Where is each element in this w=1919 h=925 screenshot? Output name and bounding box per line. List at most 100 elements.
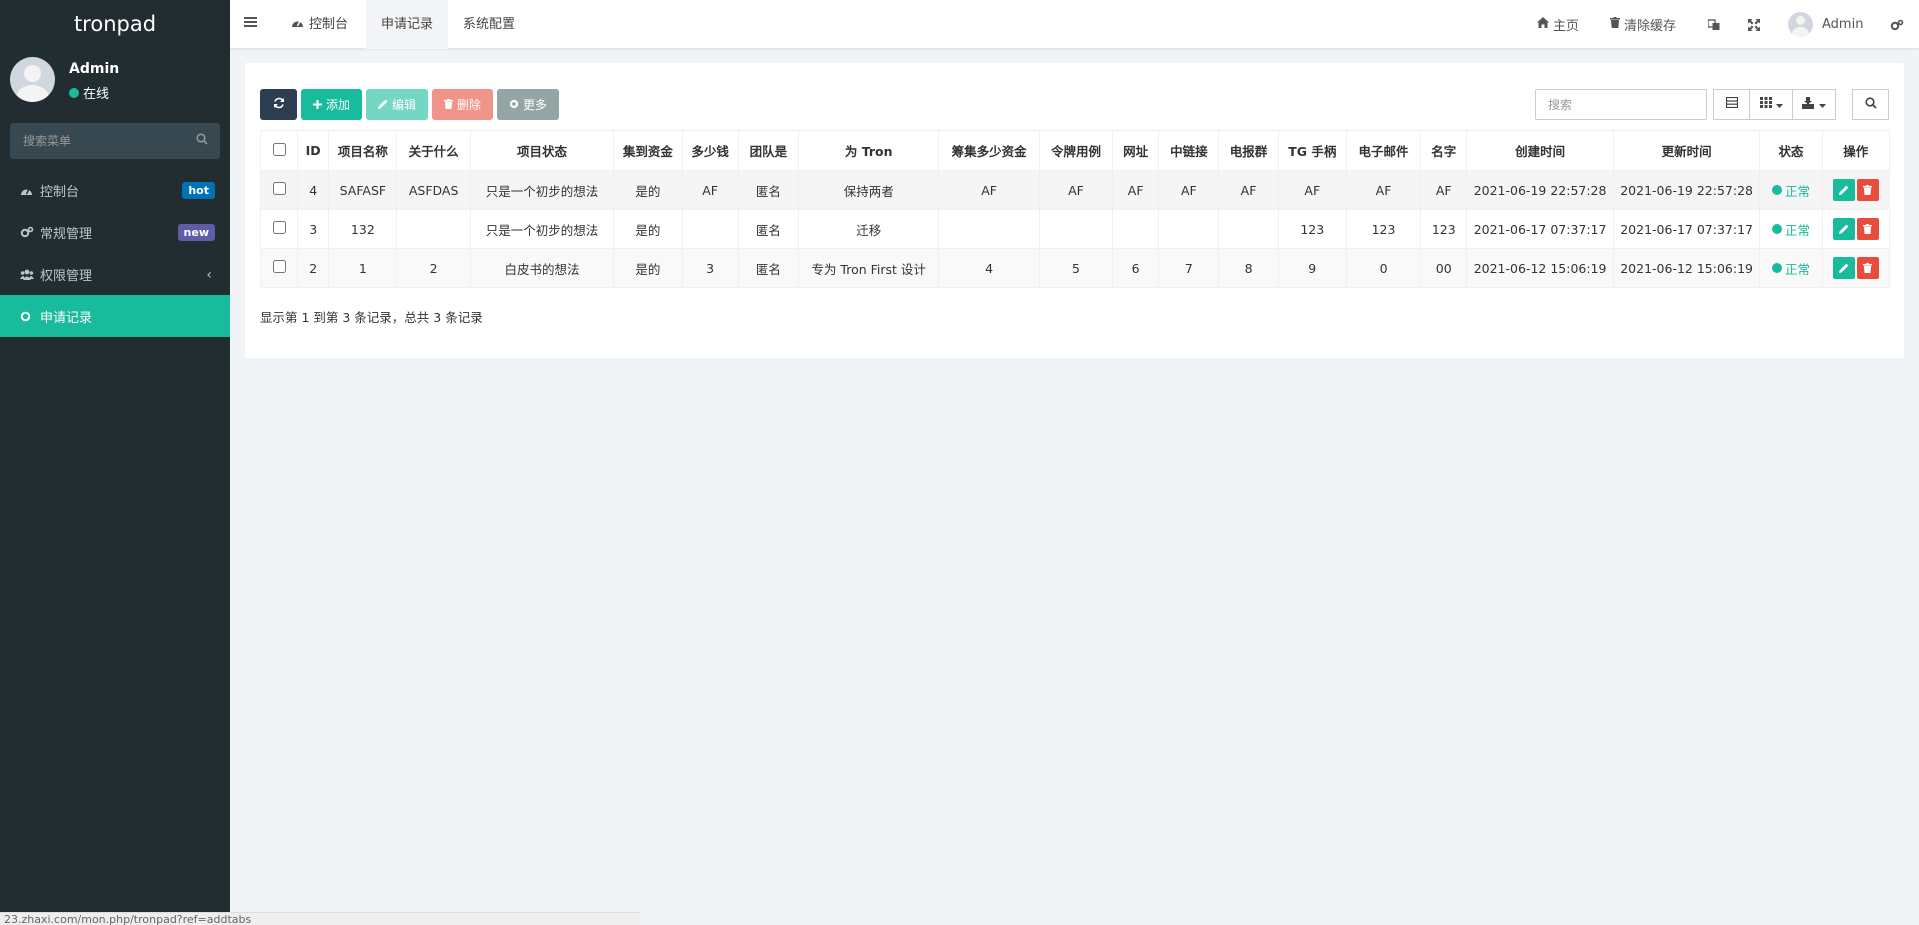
table-cell: 2021-06-19 22:57:28 — [1612, 170, 1761, 210]
table-cell: 3 — [681, 248, 739, 288]
column-header[interactable]: 多少钱 — [681, 130, 739, 171]
table-cell: 6 — [1112, 248, 1160, 288]
table-cell: ASFDAS — [396, 170, 471, 210]
tab-dashboard[interactable]: 控制台 — [276, 0, 363, 49]
delete-button[interactable]: 删除 — [432, 89, 494, 120]
table-cell — [396, 209, 471, 249]
refresh-button[interactable] — [260, 89, 297, 120]
table-cell: 7 — [1158, 248, 1220, 288]
pagination-info: 显示第 1 到第 3 条记录，总共 3 条记录 — [260, 310, 483, 325]
table-cell: 2021-06-17 07:37:17 — [1612, 209, 1761, 249]
table-cell: 2021-06-12 15:06:19 — [1612, 248, 1761, 288]
column-header[interactable]: 筹集多少资金 — [938, 130, 1040, 171]
caret-down-icon — [1819, 97, 1826, 112]
sidebar-item-general[interactable]: 常规管理 new — [0, 211, 230, 253]
table-cell: AF — [1345, 170, 1422, 210]
row-actions-cell — [1821, 248, 1891, 288]
edit-button[interactable]: 编辑 — [366, 89, 429, 120]
sidebar-item-applications[interactable]: 申请记录 — [0, 295, 230, 337]
column-header[interactable]: 关于什么 — [396, 130, 471, 171]
column-header[interactable]: TG 手柄 — [1277, 130, 1347, 171]
column-header[interactable]: 令牌用例 — [1038, 130, 1114, 171]
column-header[interactable]: ID — [297, 130, 330, 171]
clear-cache-label: 清除缓存 — [1624, 19, 1677, 34]
hot-badge: hot — [182, 182, 215, 199]
column-header[interactable]: 集到资金 — [613, 130, 683, 171]
row-delete-button[interactable] — [1856, 257, 1879, 279]
row-edit-button[interactable] — [1832, 218, 1855, 240]
column-header[interactable]: 项目状态 — [469, 130, 615, 171]
user-panel: Admin 在线 — [0, 49, 230, 115]
topbar: 控制台 申请记录 系统配置 主页 清除缓存 Admin — [230, 0, 1919, 49]
records-table: ID 项目名称 关于什么 项目状态 集到资金 多少钱 团队是 为 Tron 筹集… — [259, 130, 1891, 288]
column-header[interactable]: 更新时间 — [1612, 130, 1761, 171]
clear-cache-button[interactable]: 清除缓存 — [1610, 0, 1676, 49]
column-header[interactable]: 电子邮件 — [1345, 130, 1422, 171]
column-header[interactable]: 团队是 — [737, 130, 799, 171]
row-edit-button[interactable] — [1832, 257, 1855, 279]
column-header[interactable]: 为 Tron — [797, 130, 940, 171]
brand-logo[interactable]: tronpad — [0, 0, 230, 49]
settings-icon[interactable] — [1890, 0, 1904, 49]
table-cell — [1158, 209, 1220, 249]
user-menu[interactable]: Admin — [1788, 0, 1863, 49]
column-header[interactable]: 网址 — [1112, 130, 1160, 171]
sidebar-item-label: 权限管理 — [40, 268, 93, 284]
add-button[interactable]: 添加 — [301, 89, 363, 120]
menu-toggle-icon[interactable] — [244, 16, 257, 32]
table-row[interactable]: 4 SAFASF ASFDAS 只是一个初步的想法 是的 AF 匿名 保持两者 AF AF AF AF… — [259, 170, 1891, 210]
column-header[interactable]: 创建时间 — [1466, 130, 1614, 171]
row-delete-button[interactable] — [1856, 218, 1879, 240]
sidebar: tronpad Admin 在线 控制台 hot 常规管理 new 权限管理 ‹ — [0, 0, 230, 925]
table-cell: 4 — [938, 248, 1040, 288]
status-label: 正常 — [1784, 183, 1810, 199]
sidebar-search-input[interactable] — [10, 123, 220, 159]
export-dropdown-button[interactable] — [1792, 89, 1836, 120]
table-cell: 2021-06-19 22:57:28 — [1466, 170, 1614, 210]
table-search-input[interactable] — [1535, 89, 1707, 120]
tab-system-config[interactable]: 系统配置 — [448, 0, 530, 49]
sidebar-item-dashboard[interactable]: 控制台 hot — [0, 169, 230, 211]
group-icon — [20, 269, 40, 280]
plus-icon — [313, 98, 322, 112]
table-cell — [1112, 209, 1160, 249]
export-icon — [1802, 96, 1815, 113]
column-header[interactable]: 状态 — [1759, 130, 1823, 171]
row-actions-cell — [1821, 170, 1891, 210]
language-icon[interactable] — [1708, 0, 1720, 49]
row-delete-button[interactable] — [1856, 179, 1879, 201]
toggle-view-button[interactable] — [1713, 89, 1750, 120]
tab-label: 控制台 — [309, 16, 349, 32]
row-edit-button[interactable] — [1832, 179, 1855, 201]
user-name: Admin — [69, 61, 120, 77]
advanced-search-button[interactable] — [1852, 89, 1889, 120]
sidebar-item-label: 控制台 — [40, 184, 80, 200]
select-all-checkbox[interactable] — [272, 142, 286, 156]
home-link[interactable]: 主页 — [1537, 0, 1579, 49]
tab-applications[interactable]: 申请记录 — [366, 0, 449, 49]
table-row[interactable]: 3 132 只是一个初步的想法 是的 匿名 迁移 123 123 123 2021-06-17 0… — [259, 209, 1891, 249]
sidebar-item-permissions[interactable]: 权限管理 ‹ — [0, 253, 230, 295]
row-checkbox[interactable] — [272, 221, 286, 234]
row-select-cell — [259, 248, 299, 288]
more-button[interactable]: 更多 — [497, 89, 560, 120]
trash-icon — [1863, 224, 1873, 234]
table-cell: 123 — [1277, 209, 1347, 249]
table-cell: 8 — [1218, 248, 1279, 288]
search-icon[interactable] — [196, 133, 208, 149]
table-cell: AF — [1112, 170, 1160, 210]
pencil-icon — [378, 98, 388, 112]
row-checkbox[interactable] — [272, 260, 286, 273]
column-header[interactable]: 项目名称 — [328, 130, 398, 171]
row-checkbox[interactable] — [272, 182, 286, 195]
table-row[interactable]: 2 1 2 白皮书的想法 是的 3 匿名 专为 Tron First 设计 4 5 6 7 8 9 0 00 2… — [259, 248, 1891, 288]
row-select-cell — [259, 209, 299, 249]
fullscreen-icon[interactable] — [1748, 0, 1760, 49]
status-cell: 正常 — [1759, 170, 1823, 210]
column-header[interactable]: 电报群 — [1218, 130, 1279, 171]
columns-dropdown-button[interactable] — [1749, 89, 1793, 120]
more-label: 更多 — [523, 98, 548, 112]
column-header[interactable]: 中链接 — [1158, 130, 1220, 171]
status-cell: 正常 — [1759, 248, 1823, 288]
column-header[interactable]: 名字 — [1420, 130, 1468, 171]
